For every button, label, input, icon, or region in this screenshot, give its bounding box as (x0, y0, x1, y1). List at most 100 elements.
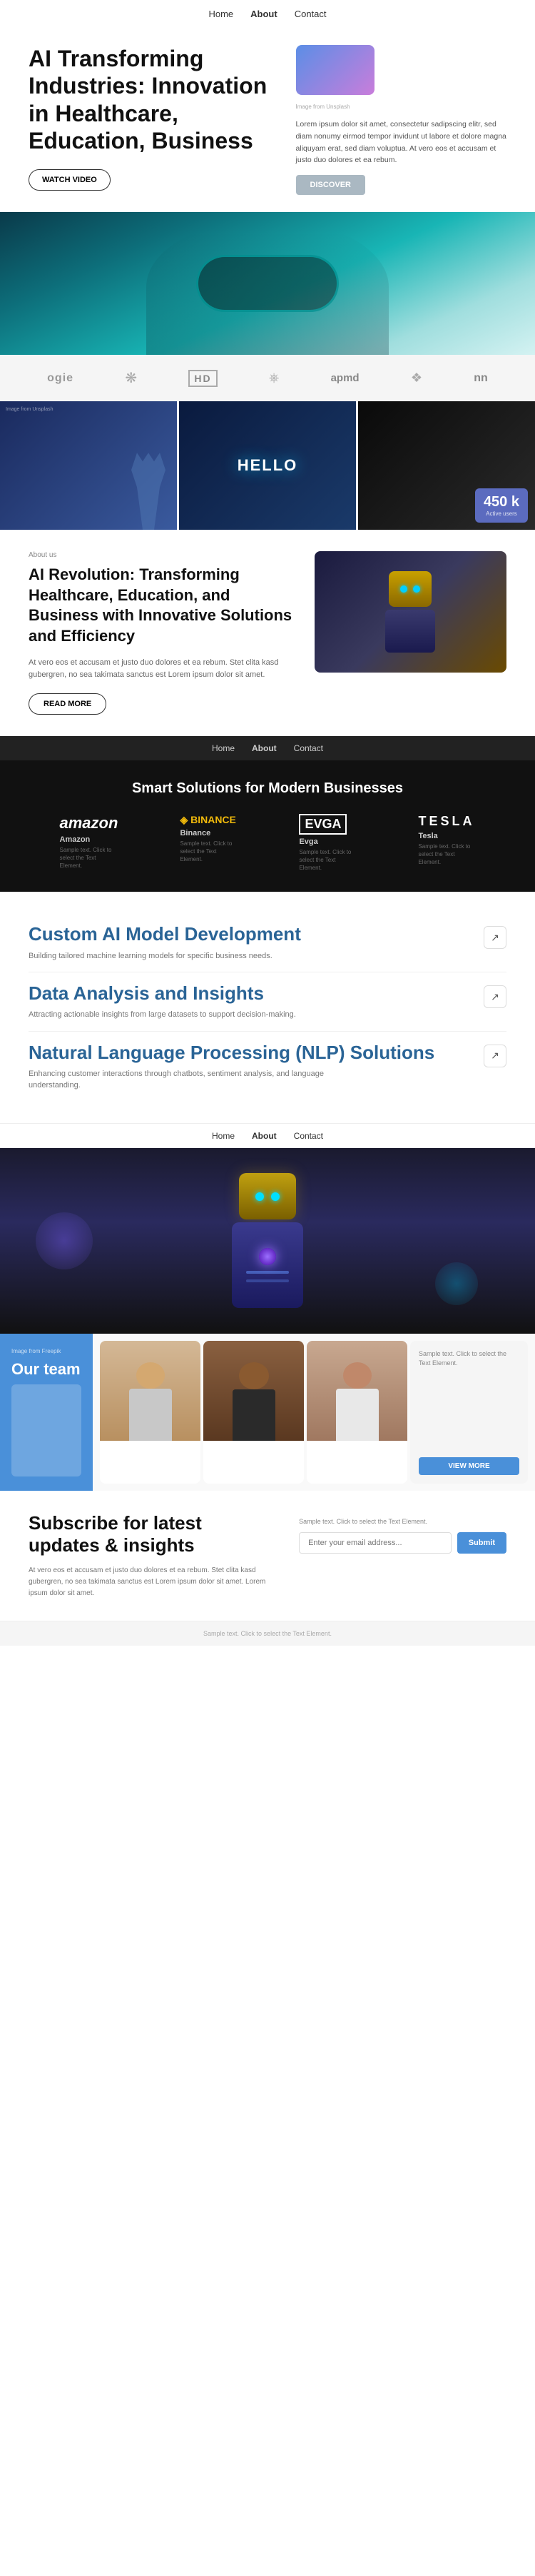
glow-left (36, 1212, 93, 1269)
service-item-3[interactable]: Natural Language Processing (NLP) Soluti… (29, 1032, 506, 1102)
robot-body-block (385, 610, 435, 653)
hero-image (296, 45, 374, 95)
brand-logo-binance: ◈ BINANCE (180, 814, 237, 826)
about-description: At vero eos et accusam et justo duo dolo… (29, 657, 297, 682)
nav3-contact[interactable]: Contact (294, 1131, 323, 1141)
subscribe-sample-text: Sample text. Click to select the Text El… (299, 1518, 506, 1525)
subscribe-right: Sample text. Click to select the Text El… (299, 1512, 506, 1554)
service-arrow-3[interactable]: ↗ (484, 1045, 506, 1067)
hello-badge: HELLO (238, 456, 298, 475)
service-desc-1: Building tailored machine learning model… (29, 950, 371, 962)
logo-flower: ❋ (125, 369, 137, 387)
logo-ogie: ogie (47, 372, 73, 385)
nav3-home[interactable]: Home (212, 1131, 235, 1141)
service-item-1[interactable]: Custom AI Model Development Building tai… (29, 913, 506, 972)
nav3-about[interactable]: About (252, 1131, 277, 1141)
brand-name-tesla: Tesla (418, 832, 475, 840)
logo-diamond: ❖ (411, 371, 422, 386)
vr-banner (0, 212, 535, 355)
nav2-about[interactable]: About (252, 743, 277, 753)
brand-name-amazon: Amazon (60, 835, 118, 844)
team-card-1 (100, 1341, 200, 1484)
about-right (315, 551, 506, 673)
brand-desc-binance: Sample text. Click to select the Text El… (180, 840, 237, 864)
robot-eye-l (255, 1192, 264, 1201)
team-left-image (11, 1384, 81, 1476)
team-left-panel: Image from Freepik Our team (0, 1334, 93, 1491)
discover-button[interactable]: DISCOVER (296, 175, 365, 195)
person3-photo (307, 1341, 407, 1441)
team-sample-text: Sample text. Click to select the Text El… (419, 1349, 519, 1369)
team-cards: Sample text. Click to select the Text El… (93, 1334, 535, 1491)
stat-box: 450 k Active users (475, 488, 528, 523)
hero-right: Image from Unsplash Lorem ipsum dolor si… (296, 45, 506, 195)
brand-logo-amazon: amazon (60, 814, 118, 832)
subscribe-desc: At vero eos et accusam et justo duo dolo… (29, 1565, 277, 1599)
arrow-icon-2: ↗ (491, 991, 499, 1003)
service-title-3: Natural Language Processing (NLP) Soluti… (29, 1042, 475, 1064)
vr-goggles (196, 255, 339, 312)
about-tag: About us (29, 551, 297, 559)
images-grid: Image from Unsplash HELLO 450 k Active u… (0, 401, 535, 530)
smart-title: Smart Solutions for Modern Businesses (29, 780, 506, 797)
service-text-1: Custom AI Model Development Building tai… (29, 923, 475, 962)
brand-binance: ◈ BINANCE Binance Sample text. Click to … (180, 814, 237, 872)
footer: Sample text. Click to select the Text El… (0, 1621, 535, 1646)
service-text-3: Natural Language Processing (NLP) Soluti… (29, 1042, 475, 1092)
robot-figure (385, 571, 435, 653)
robot-full-head (239, 1173, 296, 1219)
email-input[interactable] (299, 1532, 452, 1554)
brand-amazon: amazon Amazon Sample text. Click to sele… (60, 814, 118, 872)
team-card-2 (203, 1341, 304, 1484)
subscribe-left: Subscribe for latest updates & insights … (29, 1512, 277, 1599)
hero-section: AI Transforming Industries: Innovation i… (0, 28, 535, 212)
brand-tesla: TESLA Tesla Sample text. Click to select… (418, 814, 475, 872)
brand-name-binance: Binance (180, 829, 237, 837)
stat-label: Active users (484, 510, 519, 517)
chest-stripe2 (246, 1279, 289, 1282)
service-desc-3: Enhancing customer interactions through … (29, 1068, 371, 1092)
robot-eye-left (400, 585, 407, 593)
view-more-button[interactable]: VIEW MORE (419, 1457, 519, 1475)
grid-label-1: Image from Unsplash (6, 407, 54, 412)
subscribe-section: Subscribe for latest updates & insights … (0, 1491, 535, 1621)
nav2-home[interactable]: Home (212, 743, 235, 753)
brand-desc-evga: Sample text. Click to select the Text El… (299, 848, 356, 872)
nav-contact[interactable]: Contact (295, 9, 327, 19)
arrow-icon-1: ↗ (491, 932, 499, 944)
main-nav: Home About Contact (0, 0, 535, 28)
brand-desc-tesla: Sample text. Click to select the Text El… (418, 842, 475, 867)
logo-hd: HD (188, 370, 217, 387)
service-item-2[interactable]: Data Analysis and Insights Attracting ac… (29, 972, 506, 1032)
robot-eye-right (413, 585, 420, 593)
robot-full-figure (232, 1173, 303, 1308)
person2-photo (203, 1341, 304, 1441)
robot-head (389, 571, 432, 607)
logo-nn: nn (474, 372, 488, 385)
watch-video-button[interactable]: WATCH VIDEO (29, 169, 111, 191)
nav2: Home About Contact (0, 736, 535, 760)
team-section: Image from Freepik Our team (0, 1334, 535, 1491)
brand-name-evga: Evga (299, 837, 356, 846)
nav-home[interactable]: Home (208, 9, 233, 19)
services-section: Custom AI Model Development Building tai… (0, 892, 535, 1123)
read-more-button[interactable]: READ MORE (29, 693, 106, 715)
service-arrow-2[interactable]: ↗ (484, 985, 506, 1008)
brands-row: amazon Amazon Sample text. Click to sele… (29, 814, 506, 872)
nav-about[interactable]: About (250, 9, 277, 19)
service-title-2: Data Analysis and Insights (29, 982, 475, 1005)
smart-section: Smart Solutions for Modern Businesses am… (0, 760, 535, 892)
logos-row: ogie ❋ HD ⎈ apmd ❖ nn (0, 355, 535, 401)
chest-stripe (246, 1271, 289, 1274)
nav3: Home About Contact (0, 1123, 535, 1148)
submit-button[interactable]: Submit (457, 1532, 506, 1554)
nav2-contact[interactable]: Contact (294, 743, 323, 753)
team-card-3 (307, 1341, 407, 1484)
service-arrow-1[interactable]: ↗ (484, 926, 506, 949)
stat-number: 450 k (484, 494, 519, 510)
team-tag: Image from Freepik (11, 1348, 81, 1354)
hero-left: AI Transforming Industries: Innovation i… (29, 45, 282, 191)
logo-anchor: ⎈ (269, 371, 279, 386)
arrow-icon-3: ↗ (491, 1050, 499, 1062)
about-section: About us AI Revolution: Transforming Hea… (0, 530, 535, 736)
